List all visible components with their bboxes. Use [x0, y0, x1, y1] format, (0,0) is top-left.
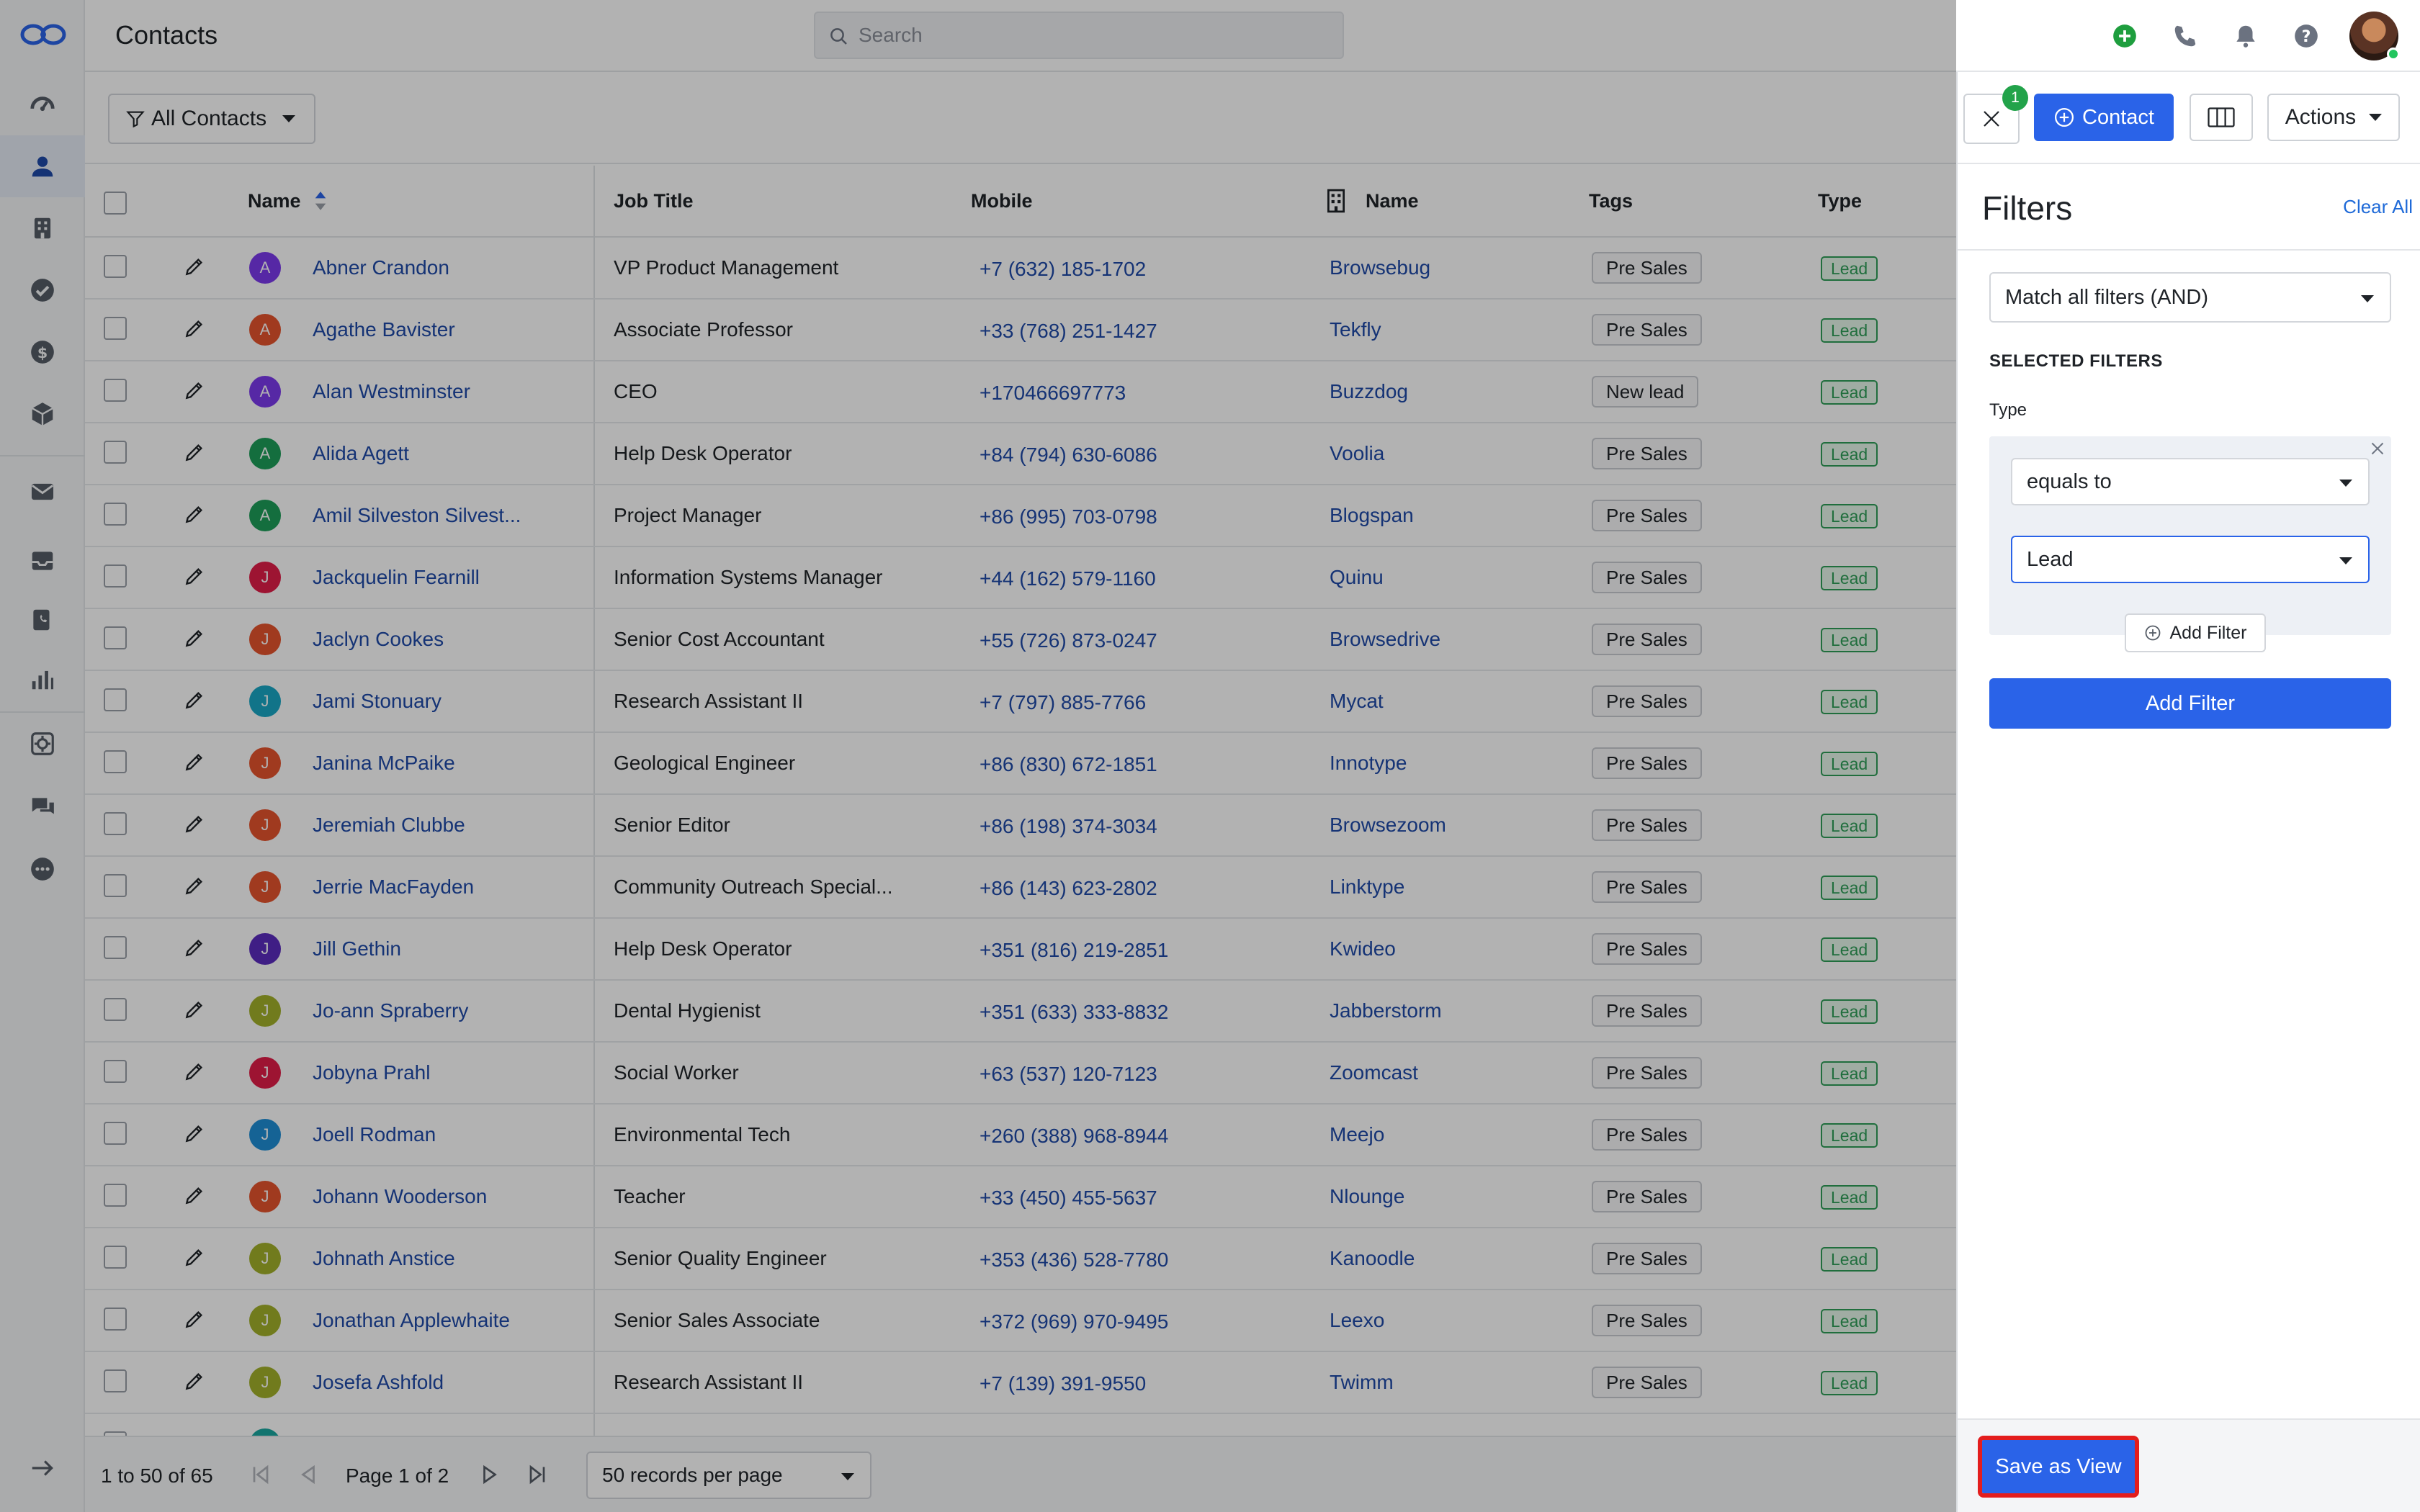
add-contact-label: Contact — [2082, 105, 2154, 129]
chevron-down-icon — [2361, 295, 2374, 302]
phone-button[interactable] — [2169, 20, 2201, 52]
remove-filter-icon[interactable] — [2367, 438, 2388, 459]
user-avatar[interactable] — [2349, 12, 2400, 60]
online-status-dot — [2387, 48, 2400, 60]
filter-value-select[interactable]: Lead — [2011, 536, 2370, 583]
add-filter-button[interactable]: Add Filter — [1989, 678, 2391, 729]
chevron-down-icon — [2339, 480, 2352, 487]
columns-button[interactable] — [2190, 94, 2253, 141]
chevron-down-icon — [2339, 557, 2352, 564]
actions-menu-button[interactable]: Actions — [2267, 94, 2400, 141]
filter-panel: 1 Contact Actions Filters Clear All Matc… — [1956, 72, 2420, 1512]
match-mode-value: Match all filters (AND) — [2005, 285, 2208, 309]
clear-all-link[interactable]: Clear All — [2343, 196, 2413, 218]
help-button[interactable]: ? — [2290, 20, 2322, 52]
question-circle-icon: ? — [2295, 24, 2318, 48]
filter-field-label: Type — [1989, 400, 2027, 420]
modal-backdrop[interactable] — [0, 0, 1956, 1512]
operator-value: equals to — [2027, 469, 2112, 493]
add-sub-filter-button[interactable]: Add Filter — [2125, 613, 2266, 652]
plus-circle-icon — [2113, 24, 2136, 48]
columns-icon — [2208, 107, 2235, 127]
panel-footer: Save as View — [1958, 1418, 2420, 1512]
plus-circle-icon — [2055, 108, 2074, 127]
svg-text:?: ? — [2302, 27, 2311, 46]
save-as-view-button[interactable]: Save as View — [1978, 1436, 2139, 1498]
filters-header: Filters Clear All — [1958, 166, 2420, 251]
filters-title: Filters — [1982, 189, 2073, 227]
filter-value: Lead — [2027, 547, 2074, 571]
chevron-down-icon — [2369, 114, 2383, 121]
selected-filters-heading: SELECTED FILTERS — [1989, 351, 2163, 371]
plus-circle-icon — [2145, 625, 2160, 641]
phone-icon — [2174, 25, 2196, 47]
bell-icon — [2236, 25, 2255, 48]
close-icon — [1984, 111, 1999, 127]
match-mode-select[interactable]: Match all filters (AND) — [1989, 272, 2391, 323]
active-filter-count-badge: 1 — [2002, 85, 2028, 111]
panel-toolbar: 1 Contact Actions — [1958, 72, 2420, 164]
add-sub-filter-label: Add Filter — [2169, 622, 2247, 643]
add-contact-button[interactable]: Contact — [2034, 94, 2174, 141]
quick-add-button[interactable] — [2109, 20, 2141, 52]
actions-label: Actions — [2285, 105, 2357, 129]
notifications-button[interactable] — [2230, 20, 2262, 52]
operator-select[interactable]: equals to — [2011, 458, 2370, 505]
